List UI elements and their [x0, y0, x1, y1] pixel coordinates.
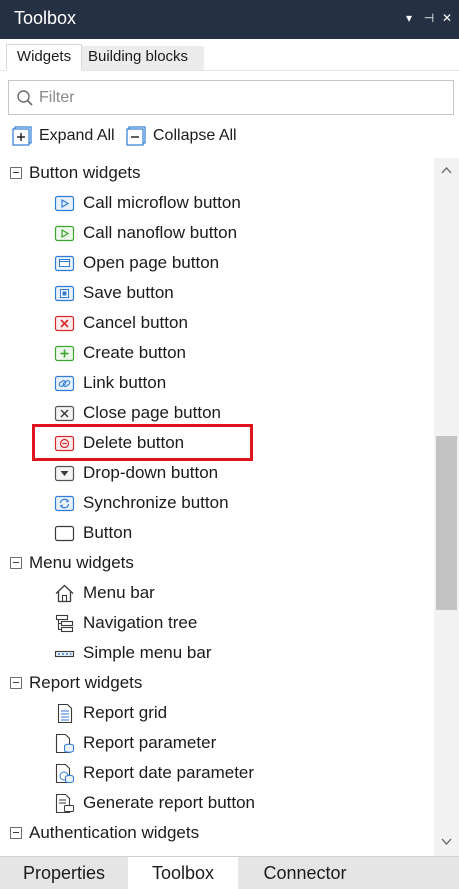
drop-down-icon: [54, 465, 75, 482]
list-item-menu-bar[interactable]: Menu bar: [0, 578, 434, 608]
widget-tree: Button widgets Call microflow button Cal…: [0, 158, 434, 856]
scroll-up-icon[interactable]: [440, 164, 453, 177]
tab-building-blocks[interactable]: Building blocks: [82, 46, 204, 70]
tree-scrollbar[interactable]: [434, 158, 459, 856]
panel-menu-dropdown-icon[interactable]: ▾: [402, 10, 416, 26]
generate-report-icon: [55, 793, 74, 814]
list-item-button[interactable]: Button: [0, 518, 434, 548]
menu-bar-icon: [55, 584, 74, 603]
link-icon: [54, 375, 75, 392]
button-icon: [54, 525, 75, 542]
save-icon: [54, 285, 75, 302]
panel-titlebar: Toolbox ▾ ⊣ ✕: [0, 0, 459, 39]
group-report-widgets[interactable]: Report widgets: [0, 668, 434, 698]
report-grid-icon: [57, 703, 73, 724]
tab-properties[interactable]: Properties: [0, 857, 128, 889]
item-label: Call microflow button: [83, 193, 241, 212]
list-item-report-date-parameter[interactable]: Report date parameter: [0, 758, 434, 788]
expand-collapse-bar: Expand All Collapse All: [0, 120, 459, 152]
list-item-report-grid[interactable]: Report grid: [0, 698, 434, 728]
item-label: Open page button: [83, 253, 220, 272]
group-label: Button widgets: [29, 163, 141, 182]
item-label: Drop-down button: [83, 463, 219, 482]
list-item-partial: [0, 848, 434, 856]
group-authentication-widgets[interactable]: Authentication widgets: [0, 818, 434, 848]
group-label: Report widgets: [29, 673, 143, 692]
open-page-icon: [54, 255, 75, 272]
item-label: Call nanoflow button: [83, 223, 238, 242]
collapse-all-button[interactable]: Collapse All: [126, 124, 238, 148]
list-item-generate-report-button[interactable]: Generate report button: [0, 788, 434, 818]
close-icon[interactable]: ✕: [440, 10, 454, 26]
item-label: Report grid: [83, 703, 168, 722]
item-label: Generate report button: [83, 793, 256, 812]
navigation-tree-icon: [55, 614, 74, 633]
tab-toolbox[interactable]: Toolbox: [128, 857, 238, 889]
item-label: Simple menu bar: [83, 643, 212, 662]
collapse-toggle-icon[interactable]: [10, 557, 22, 569]
create-icon: [54, 345, 75, 362]
list-item-report-parameter[interactable]: Report parameter: [0, 728, 434, 758]
item-label: Button: [83, 523, 133, 542]
collapse-all-label: Collapse All: [153, 127, 237, 144]
list-item-drop-down-button[interactable]: Drop-down button: [0, 458, 434, 488]
collapse-toggle-icon[interactable]: [10, 167, 22, 179]
expand-all-label: Expand All: [39, 127, 115, 144]
toolbox-tabs: Widgets Building blocks: [0, 39, 459, 71]
list-item-call-microflow-button[interactable]: Call microflow button: [0, 188, 434, 218]
list-item-navigation-tree[interactable]: Navigation tree: [0, 608, 434, 638]
item-label: Report date parameter: [83, 763, 255, 782]
list-item-link-button[interactable]: Link button: [0, 368, 434, 398]
expand-all-button[interactable]: Expand All: [12, 124, 116, 148]
group-label: Authentication widgets: [29, 823, 200, 842]
report-date-parameter-icon: [55, 763, 74, 784]
list-item-call-nanoflow-button[interactable]: Call nanoflow button: [0, 218, 434, 248]
report-parameter-icon: [55, 733, 74, 754]
collapse-toggle-icon[interactable]: [10, 677, 22, 689]
group-menu-widgets[interactable]: Menu widgets: [0, 548, 434, 578]
cancel-icon: [54, 315, 75, 332]
list-item-simple-menu-bar[interactable]: Simple menu bar: [0, 638, 434, 668]
pin-icon[interactable]: ⊣: [422, 10, 436, 26]
search-icon: [17, 90, 33, 106]
item-label: Menu bar: [83, 583, 155, 602]
item-label: Link button: [83, 373, 167, 392]
item-label: Report parameter: [83, 733, 217, 752]
call-microflow-icon: [54, 195, 75, 212]
item-label: Create button: [83, 343, 187, 362]
call-nanoflow-icon: [54, 225, 75, 242]
tab-widgets[interactable]: Widgets: [6, 44, 82, 71]
tab-connector[interactable]: Connector: [238, 857, 372, 889]
group-label: Menu widgets: [29, 553, 134, 572]
bottom-tabs: Properties Toolbox Connector: [0, 856, 459, 889]
panel-title: Toolbox: [14, 8, 77, 28]
item-label: Synchronize button: [83, 493, 229, 512]
list-item-create-button[interactable]: Create button: [0, 338, 434, 368]
item-label: Save button: [83, 283, 174, 302]
collapse-all-icon: [126, 126, 146, 146]
list-item-cancel-button[interactable]: Cancel button: [0, 308, 434, 338]
group-button-widgets[interactable]: Button widgets: [0, 158, 434, 188]
synchronize-icon: [54, 495, 75, 512]
scroll-down-icon[interactable]: [440, 835, 453, 848]
filter-input[interactable]: [39, 86, 439, 110]
list-item-synchronize-button[interactable]: Synchronize button: [0, 488, 434, 518]
filter-box[interactable]: [8, 80, 454, 115]
item-label: Cancel button: [83, 313, 188, 332]
collapse-toggle-icon[interactable]: [10, 827, 22, 839]
list-item-save-button[interactable]: Save button: [0, 278, 434, 308]
item-label: Navigation tree: [83, 613, 198, 632]
close-page-icon: [54, 405, 75, 422]
list-item-open-page-button[interactable]: Open page button: [0, 248, 434, 278]
expand-all-icon: [12, 126, 32, 146]
scroll-thumb[interactable]: [436, 436, 457, 610]
simple-menu-bar-icon: [54, 650, 75, 658]
highlight-box: [32, 424, 253, 461]
